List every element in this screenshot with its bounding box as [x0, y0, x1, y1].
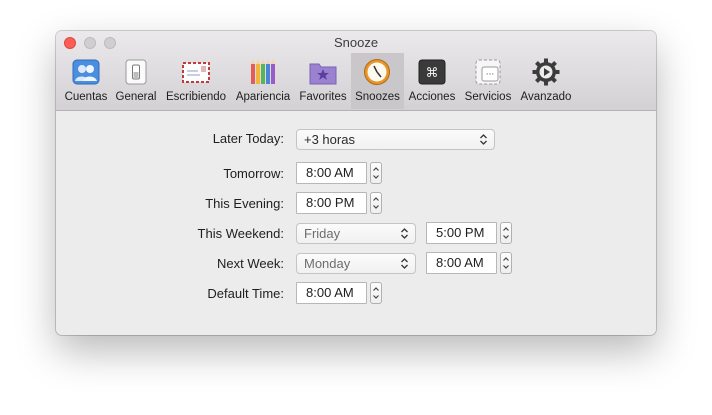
- stepper-arrows-icon: [373, 287, 379, 299]
- default-time-field[interactable]: 8:00 AM: [296, 282, 367, 304]
- tab-label: Avanzado: [520, 91, 572, 103]
- tomorrow-label: Tomorrow:: [223, 166, 284, 181]
- envelope-icon: [182, 62, 210, 83]
- later-today-popup[interactable]: +3 horas: [296, 129, 495, 150]
- color-pencils-icon: [251, 59, 275, 84]
- general-switch-icon: [125, 59, 147, 85]
- this-weekend-time-stepper[interactable]: [500, 222, 512, 244]
- command-key-icon: ⌘: [418, 59, 446, 85]
- tomorrow-time-stepper[interactable]: [370, 162, 382, 184]
- next-week-label: Next Week:: [217, 256, 284, 271]
- chevron-updown-icon: [401, 228, 408, 239]
- tab-snoozes[interactable]: Snoozes: [351, 53, 404, 109]
- stepper-arrows-icon: [373, 197, 379, 209]
- advanced-gear-icon: [532, 58, 560, 86]
- tab-cuentas[interactable]: Cuentas: [62, 53, 110, 109]
- this-weekend-label: This Weekend:: [197, 226, 284, 241]
- next-week-day-popup[interactable]: Monday: [296, 253, 416, 274]
- tab-servicios[interactable]: ··· Servicios: [461, 53, 515, 109]
- tab-label: Favorites: [299, 91, 347, 103]
- tomorrow-time-field[interactable]: 8:00 AM: [296, 162, 367, 184]
- tab-apariencia[interactable]: Apariencia: [233, 53, 293, 109]
- accounts-icon: [72, 59, 100, 85]
- star-folder-icon: [309, 63, 337, 85]
- tab-label: Snoozes: [355, 91, 400, 103]
- tab-general[interactable]: General: [113, 53, 159, 109]
- clock-icon: [364, 59, 390, 85]
- tab-label: Servicios: [464, 91, 512, 103]
- snooze-settings-panel: Later Today: +3 horas Tomorrow: 8:00 AM …: [56, 111, 656, 335]
- tab-acciones[interactable]: ⌘ Acciones: [406, 53, 458, 109]
- next-week-day-value: Monday: [304, 256, 351, 271]
- tab-label: Acciones: [408, 91, 456, 103]
- this-evening-label: This Evening:: [205, 196, 284, 211]
- tab-label: Cuentas: [64, 91, 108, 103]
- later-today-label: Later Today:: [212, 131, 284, 146]
- chevron-updown-icon: [401, 258, 408, 269]
- svg-text:···: ···: [486, 70, 495, 80]
- this-evening-time-field[interactable]: 8:00 PM: [296, 192, 367, 214]
- this-weekend-day-popup[interactable]: Friday: [296, 223, 416, 244]
- this-weekend-time-field[interactable]: 5:00 PM: [426, 222, 497, 244]
- window-title: Snooze: [333, 35, 379, 50]
- svg-text:⌘: ⌘: [426, 66, 439, 81]
- stepper-arrows-icon: [503, 227, 509, 239]
- this-evening-time-stepper[interactable]: [370, 192, 382, 214]
- tab-label: Apariencia: [235, 91, 291, 103]
- tab-favorites[interactable]: Favorites: [296, 53, 350, 109]
- tab-escribiendo[interactable]: Escribiendo: [162, 53, 230, 109]
- tab-label: Escribiendo: [165, 91, 227, 103]
- stepper-arrows-icon: [373, 167, 379, 179]
- tab-label: General: [115, 91, 157, 103]
- default-time-stepper[interactable]: [370, 282, 382, 304]
- tab-avanzado[interactable]: Avanzado: [518, 53, 574, 109]
- services-icon: ···: [475, 59, 501, 85]
- this-weekend-day-value: Friday: [304, 226, 341, 241]
- default-time-label: Default Time:: [207, 286, 284, 301]
- stepper-arrows-icon: [503, 257, 509, 269]
- title-bar: Snooze Cuentas General Escribiendo Apari…: [56, 31, 656, 111]
- next-week-time-stepper[interactable]: [500, 252, 512, 274]
- later-today-value: +3 horas: [304, 132, 355, 147]
- chevron-updown-icon: [480, 134, 487, 145]
- next-week-time-field[interactable]: 8:00 AM: [426, 252, 497, 274]
- preferences-window: Snooze Cuentas General Escribiendo Apari…: [56, 31, 656, 335]
